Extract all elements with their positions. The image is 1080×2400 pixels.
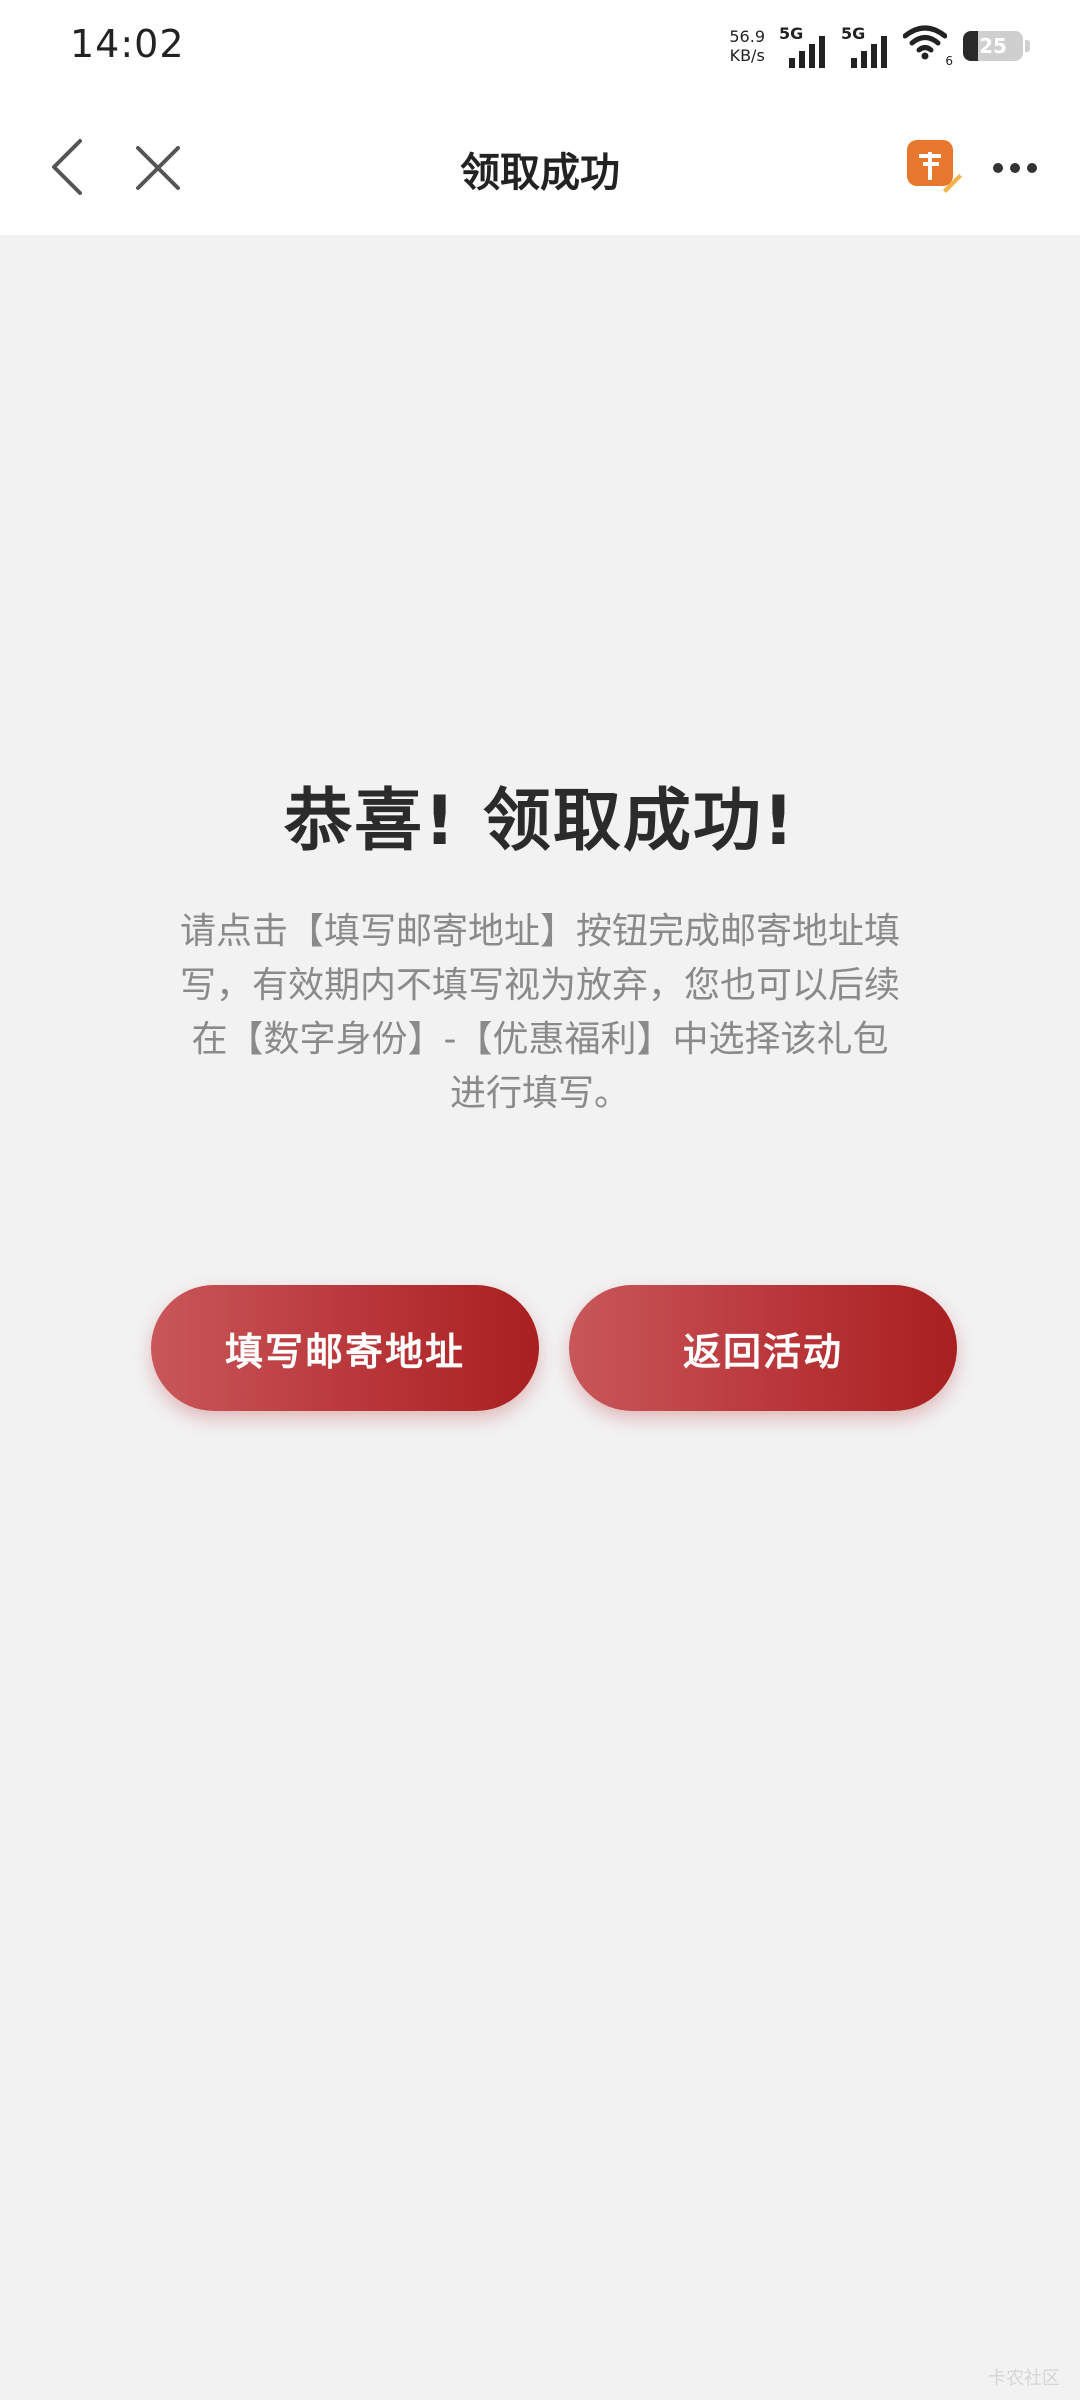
signal-sim1: 5G [779, 24, 831, 68]
review-button[interactable] [905, 138, 963, 196]
back-to-activity-button[interactable]: 返回活动 [569, 1285, 957, 1411]
battery-level: 25 [979, 34, 1007, 58]
network-speed-unit: KB/s [729, 46, 765, 65]
main-content: 恭喜! 领取成功! 请点击【填写邮寄地址】按钮完成邮寄地址填写，有效期内不填写视… [0, 235, 1080, 2400]
more-button[interactable] [990, 148, 1040, 188]
fill-address-button[interactable]: 填写邮寄地址 [151, 1285, 539, 1411]
network-speed: 56.9 KB/s [729, 27, 765, 65]
status-bar: 14:02 56.9 KB/s 5G 5G 6 25 [0, 0, 1080, 100]
more-dots-icon [993, 163, 1037, 173]
nav-bar: 领取成功 [0, 100, 1080, 235]
signal-bars-icon [851, 36, 887, 68]
signal-sim2: 5G [841, 24, 893, 68]
review-icon [907, 140, 962, 193]
battery-indicator: 25 [963, 31, 1023, 61]
battery-cap [1025, 40, 1030, 52]
wifi-status: 6 [902, 24, 953, 68]
watermark: 卡农社区 [988, 2368, 1060, 2389]
status-indicators: 56.9 KB/s 5G 5G 6 25 [729, 22, 1030, 70]
signal-bars-icon [789, 36, 825, 68]
wifi-label: 6 [945, 54, 953, 68]
battery-fill [963, 31, 978, 61]
wifi-icon [902, 25, 948, 60]
network-speed-value: 56.9 [729, 27, 765, 46]
success-description: 请点击【填写邮寄地址】按钮完成邮寄地址填写，有效期内不填写视为放弃，您也可以后续… [180, 911, 901, 1114]
status-time: 14:02 [70, 22, 185, 66]
success-headline: 恭喜! 领取成功! [284, 782, 796, 861]
